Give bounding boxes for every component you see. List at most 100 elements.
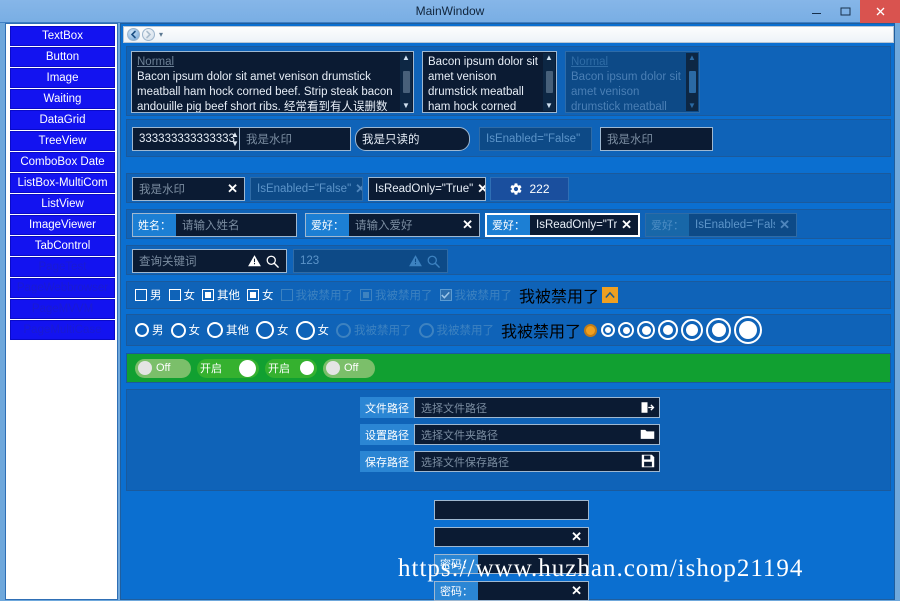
- radio-size-4[interactable]: [637, 321, 655, 339]
- chevron-down-icon[interactable]: ▾: [159, 30, 163, 39]
- folder-icon[interactable]: [640, 427, 655, 444]
- spinner-down-icon[interactable]: ▼: [231, 139, 239, 148]
- path-input[interactable]: 选择文件保存路径: [414, 451, 660, 472]
- toggle-off-1[interactable]: Off: [135, 359, 191, 378]
- checkbox-male[interactable]: 男: [135, 287, 162, 303]
- sidebar-item-treeview[interactable]: TreeView: [10, 131, 115, 151]
- sidebar-item-pagewebbrowser[interactable]: PageWebbrowser: [10, 278, 115, 298]
- radio-circle[interactable]: [171, 323, 186, 338]
- textarea-second[interactable]: Bacon ipsum dolor sit amet venison drums…: [422, 51, 557, 113]
- sidebar-item-combobox-date[interactable]: ComboBox Date: [10, 152, 115, 172]
- section-radios: 男 女 其他 女 女 我被禁用了: [126, 314, 891, 346]
- sidebar-item-image[interactable]: Image: [10, 68, 115, 88]
- chevron-up-icon[interactable]: [602, 287, 618, 303]
- sidebar-item-datagrid[interactable]: DataGrid: [10, 110, 115, 130]
- checkbox-box[interactable]: [135, 289, 147, 301]
- clear-x-icon[interactable]: ✕: [617, 217, 632, 233]
- sidebar-item-waiting[interactable]: Waiting: [10, 89, 115, 109]
- password-input-clearable[interactable]: ✕: [434, 527, 589, 547]
- close-button[interactable]: [860, 0, 900, 23]
- radio-size-6[interactable]: [681, 319, 703, 341]
- radio-size-8[interactable]: [734, 316, 762, 344]
- labeled-field-hobby-readonly[interactable]: 爱好： IsReadOnly="True ✕: [485, 213, 640, 237]
- checkbox-box[interactable]: [169, 289, 181, 301]
- radio-circle[interactable]: [135, 323, 149, 337]
- path-input[interactable]: 选择文件夹路径: [414, 424, 660, 445]
- labeled-field-hobby-1[interactable]: 爱好： 请输入爱好 ✕: [305, 213, 480, 237]
- scroll-up-icon[interactable]: ▲: [545, 54, 553, 62]
- warning-icon[interactable]: [247, 254, 262, 268]
- checkbox-box[interactable]: [202, 289, 214, 301]
- labeled-field-name[interactable]: 姓名： 请输入姓名: [132, 213, 297, 237]
- path-input[interactable]: 选择文件路径: [414, 397, 660, 418]
- scrollbar-vertical[interactable]: ▲ ▼: [543, 53, 555, 111]
- clearable-input-readonly[interactable]: IsReadOnly="True" ✕: [368, 177, 486, 201]
- search-icon[interactable]: [265, 254, 280, 269]
- field-label: 爱好：: [306, 214, 349, 236]
- save-disk-icon[interactable]: [641, 454, 655, 471]
- password-field-labeled-clearable[interactable]: 密码： ✕: [434, 581, 589, 601]
- minimize-button[interactable]: [802, 0, 831, 23]
- section-toggles: Off 开启 开启 Off: [126, 353, 891, 383]
- maximize-button[interactable]: [831, 0, 860, 23]
- scroll-down-icon[interactable]: ▼: [545, 102, 553, 110]
- sidebar-item-tabcontrol[interactable]: TabControl: [10, 236, 115, 256]
- checkbox-other[interactable]: 其他: [202, 287, 240, 303]
- radio-other[interactable]: 其他: [207, 322, 249, 338]
- forward-arrow-icon[interactable]: [142, 28, 155, 41]
- textarea-normal[interactable]: Normal Bacon ipsum dolor sit amet veniso…: [131, 51, 414, 113]
- radio-size-2[interactable]: [601, 323, 615, 337]
- sidebar-item-listbox-multicom[interactable]: ListBox-MultiCom: [10, 173, 115, 193]
- sidebar-item-imageviewer[interactable]: ImageViewer: [10, 215, 115, 235]
- clear-x-icon[interactable]: ✕: [223, 181, 238, 197]
- watermark-input-1[interactable]: 我是水印: [239, 127, 351, 151]
- radio-circle[interactable]: [296, 321, 315, 340]
- scroll-thumb[interactable]: [546, 71, 553, 93]
- numeric-spinner-input[interactable]: 333333333333333 ▲ ▼: [132, 127, 244, 151]
- search-input-keyword[interactable]: 查询关键词: [132, 249, 287, 273]
- settings-button[interactable]: 222: [490, 177, 569, 201]
- toggle-off-2[interactable]: Off: [323, 359, 375, 378]
- radio-circle[interactable]: [207, 322, 223, 338]
- sidebar-item-pagetest[interactable]: PageTest: [10, 257, 115, 277]
- sidebar-item-listview[interactable]: ListView: [10, 194, 115, 214]
- section-clearable-row: 我是水印 ✕ IsEnabled="False" ✕ IsReadOnly="T…: [126, 173, 891, 203]
- checkbox-female-2[interactable]: 女: [247, 287, 274, 303]
- clear-x-icon[interactable]: ✕: [458, 217, 473, 233]
- radio-size-5[interactable]: [658, 320, 678, 340]
- sidebar-item-button[interactable]: Button: [10, 47, 115, 67]
- radio-female-3[interactable]: 女: [296, 321, 330, 340]
- clear-x-icon[interactable]: ✕: [473, 181, 486, 197]
- radio-size-1[interactable]: [584, 324, 597, 337]
- scrollbar-vertical[interactable]: ▲ ▼: [400, 53, 412, 111]
- checkbox-box[interactable]: [247, 289, 259, 301]
- clearable-input-1[interactable]: 我是水印 ✕: [132, 177, 245, 201]
- radio-size-7[interactable]: [706, 318, 731, 343]
- radio-label: 女: [189, 322, 201, 338]
- spinner-up-icon[interactable]: ▲: [231, 130, 239, 139]
- radio-circle[interactable]: [256, 321, 274, 339]
- back-arrow-icon[interactable]: [127, 28, 140, 41]
- checkbox-female[interactable]: 女: [169, 287, 196, 303]
- sidebar-item-pagemulticase[interactable]: PageMultiCase: [10, 320, 115, 340]
- radio-size-3[interactable]: [618, 322, 634, 338]
- readonly-input[interactable]: 我是只读的: [355, 127, 470, 151]
- sidebar-item-pagemvvm[interactable]: PageMVVM: [10, 299, 115, 319]
- toggle-label: 开启: [200, 360, 222, 376]
- radio-female[interactable]: 女: [171, 322, 201, 338]
- scroll-down-icon[interactable]: ▼: [402, 102, 410, 110]
- open-file-icon[interactable]: [640, 400, 655, 418]
- password-input-plain[interactable]: [434, 500, 589, 520]
- radio-female-2[interactable]: 女: [256, 321, 289, 339]
- textarea-text: Bacon ipsum dolor sit amet venison drums…: [137, 71, 393, 113]
- radio-male[interactable]: 男: [135, 322, 164, 338]
- password-field-labeled[interactable]: 密码：: [434, 554, 589, 574]
- toggle-on-1[interactable]: 开启: [197, 359, 259, 378]
- scroll-thumb[interactable]: [403, 71, 410, 93]
- scroll-up-icon[interactable]: ▲: [402, 54, 410, 62]
- watermark-input-2[interactable]: 我是水印: [600, 127, 713, 151]
- toggle-on-2[interactable]: 开启: [265, 359, 317, 378]
- sidebar-item-textbox[interactable]: TextBox: [10, 26, 115, 46]
- clear-x-icon[interactable]: ✕: [567, 583, 582, 599]
- clear-x-icon[interactable]: ✕: [567, 529, 582, 545]
